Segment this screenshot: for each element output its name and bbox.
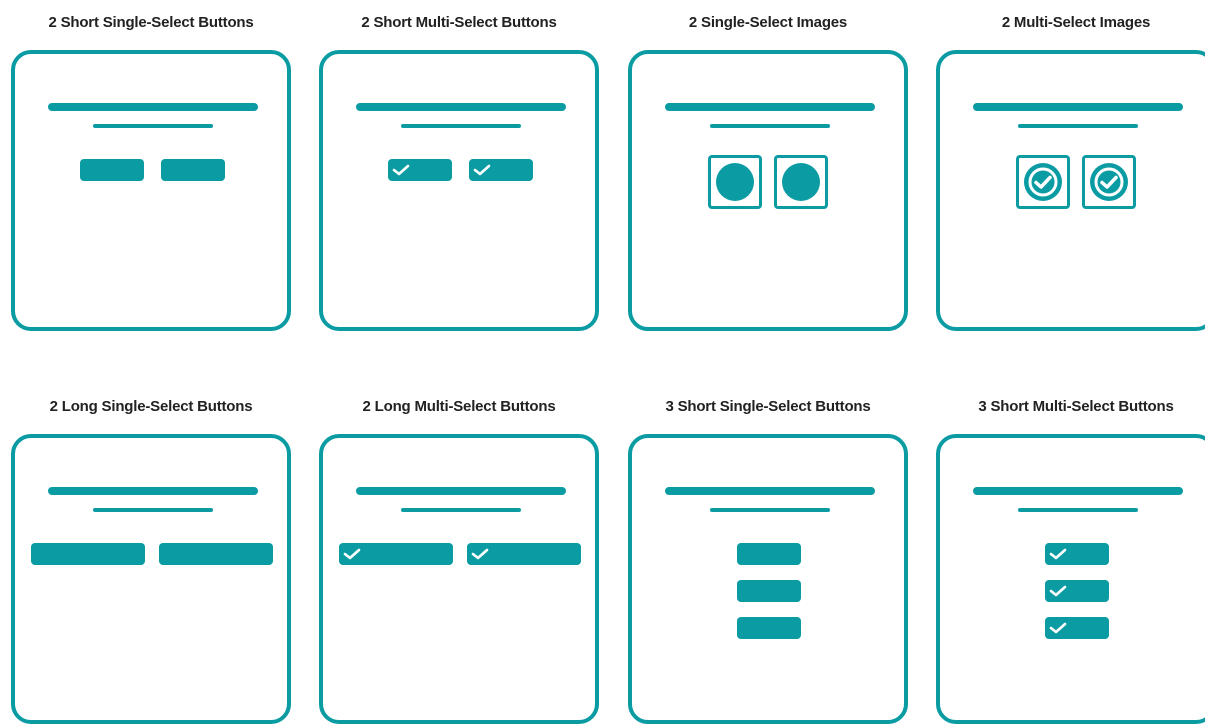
checkmark-icon: [1049, 622, 1067, 634]
check-circle-icon: [1090, 163, 1128, 201]
subheading-line: [710, 508, 830, 512]
option-button: [31, 543, 145, 565]
check-circle-icon: [1024, 163, 1062, 201]
checkmark-icon: [473, 164, 491, 176]
template-card-2-short-multi-select-buttons[interactable]: [319, 50, 599, 331]
tile-title-2-single-select-images: 2 Single-Select Images: [688, 14, 848, 31]
option-button: [339, 543, 453, 565]
tile-title-2-long-single-select-buttons: 2 Long Single-Select Buttons: [49, 398, 253, 415]
subheading-line: [93, 124, 213, 128]
circle-image-icon: [782, 163, 820, 201]
subheading-line: [710, 124, 830, 128]
subheading-line: [1018, 124, 1138, 128]
heading-line: [48, 103, 258, 111]
option-button: [469, 159, 533, 181]
option-button: [1045, 543, 1109, 565]
option-button: [159, 543, 273, 565]
heading-line: [973, 103, 1183, 111]
tile-title-2-short-multi-select-buttons: 2 Short Multi-Select Buttons: [361, 14, 557, 31]
checkmark-icon: [392, 164, 410, 176]
checkmark-icon: [1049, 585, 1067, 597]
template-card-2-single-select-images[interactable]: [628, 50, 908, 331]
tile-title-3-short-single-select-buttons: 3 Short Single-Select Buttons: [665, 398, 871, 415]
heading-line: [665, 103, 875, 111]
option-button: [737, 580, 801, 602]
option-button: [80, 159, 144, 181]
option-button: [1045, 580, 1109, 602]
template-card-2-long-single-select-buttons[interactable]: [11, 434, 291, 724]
checkmark-icon: [471, 548, 489, 560]
option-button: [161, 159, 225, 181]
heading-line: [356, 103, 566, 111]
tile-title-2-long-multi-select-buttons: 2 Long Multi-Select Buttons: [362, 398, 556, 415]
subheading-line: [401, 508, 521, 512]
template-card-2-long-multi-select-buttons[interactable]: [319, 434, 599, 724]
image-option: [1016, 155, 1070, 209]
template-card-2-multi-select-images[interactable]: [936, 50, 1205, 331]
image-option: [708, 155, 762, 209]
subheading-line: [1018, 508, 1138, 512]
heading-line: [356, 487, 566, 495]
subheading-line: [93, 508, 213, 512]
option-button: [737, 617, 801, 639]
heading-line: [973, 487, 1183, 495]
template-card-3-short-multi-select-buttons[interactable]: [936, 434, 1205, 724]
heading-line: [665, 487, 875, 495]
checkmark-icon: [1049, 548, 1067, 560]
subheading-line: [401, 124, 521, 128]
template-card-3-short-single-select-buttons[interactable]: [628, 434, 908, 724]
option-button: [1045, 617, 1109, 639]
circle-image-icon: [716, 163, 754, 201]
tile-title-2-multi-select-images: 2 Multi-Select Images: [1001, 14, 1151, 31]
option-button: [388, 159, 452, 181]
option-button: [737, 543, 801, 565]
image-option: [774, 155, 828, 209]
tile-title-2-short-single-select-buttons: 2 Short Single-Select Buttons: [48, 14, 254, 31]
tile-title-3-short-multi-select-buttons: 3 Short Multi-Select Buttons: [978, 398, 1174, 415]
option-button: [467, 543, 581, 565]
heading-line: [48, 487, 258, 495]
template-card-2-short-single-select-buttons[interactable]: [11, 50, 291, 331]
checkmark-icon: [343, 548, 361, 560]
image-option: [1082, 155, 1136, 209]
